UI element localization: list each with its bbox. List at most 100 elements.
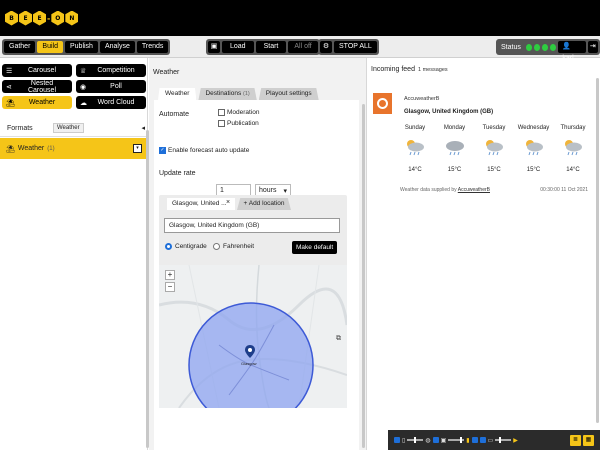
nav-analyse[interactable]: Analyse (99, 41, 135, 53)
rain-cloud-icon (565, 140, 582, 156)
tile-competition[interactable]: ♕ Competition (76, 64, 146, 77)
fahrenheit-radio[interactable]: Fahrenheit (213, 243, 254, 250)
location-input[interactable]: Glasgow, United Kingdom (GB) (164, 218, 340, 233)
nav-gather[interactable]: Gather (4, 41, 36, 53)
top-bar: B E E - O N (0, 0, 600, 36)
list-icon: ☰ (6, 67, 13, 75)
user-icon: 👤 (562, 43, 572, 50)
filter-checkbox-1[interactable] (394, 437, 400, 443)
tile-weather[interactable]: ⛱ Weather (2, 96, 72, 109)
tile-nested-carousel[interactable]: ⋖ Nested Carousel (2, 80, 72, 94)
tab-weather[interactable]: Weather (158, 88, 197, 100)
nav-bar: Gather Build Publish Analyse Trends ▣ Lo… (0, 36, 600, 62)
document-icon: ▯ (402, 437, 406, 444)
logout-icon[interactable]: ⇥ (587, 41, 599, 53)
gear-icon[interactable]: ⚙ (320, 41, 332, 53)
all-off-button[interactable]: All off (288, 41, 318, 53)
forecast-day: Monday 15°C (443, 125, 466, 173)
logo-hex-e: E (19, 10, 32, 26)
filter-checkbox-4[interactable] (479, 437, 486, 443)
stop-all-button[interactable]: STOP ALL (334, 41, 377, 53)
sun-icon (373, 93, 392, 114)
location-map[interactable]: Glasgow + − ⧉ (159, 265, 347, 408)
rain-cloud-icon (525, 140, 543, 156)
feed-title: Incoming feed (371, 66, 415, 73)
tile-carousel[interactable]: ☰ Carousel (2, 64, 72, 77)
cloud-icon: ☁ (80, 99, 87, 107)
format-item-label: Weather (17, 145, 45, 152)
tooltip: Weather (53, 123, 84, 133)
publication-checkbox[interactable]: Publication (218, 120, 259, 127)
message-timestamp: 00:30:00 11 Oct 2021 (540, 187, 588, 193)
zoom-out-button[interactable]: − (165, 282, 175, 292)
logo-hex-b: B (5, 10, 18, 26)
format-item-weather[interactable]: ⛱ Weather (1) ▾ (0, 138, 148, 159)
moderation-checkbox[interactable]: Moderation (218, 109, 260, 116)
tile-word-cloud[interactable]: ☁ Word Cloud (76, 96, 146, 109)
status-dot-4 (550, 43, 557, 51)
add-location-tab[interactable]: + Add location (237, 198, 291, 210)
nav-publish[interactable]: Publish (64, 41, 98, 53)
forecast-checkbox[interactable]: ✓ Enable forecast auto update (159, 147, 249, 154)
filter-checkbox-3[interactable] (471, 437, 478, 443)
incoming-feed-panel: Incoming feed 1 messages AccuweatherB Gla… (366, 58, 600, 450)
status-dot-3 (542, 43, 549, 51)
rain-cloud-icon (407, 140, 424, 156)
slider-2[interactable] (448, 437, 465, 443)
start-button[interactable]: Start (255, 41, 287, 53)
make-default-button[interactable]: Make default (292, 241, 338, 254)
centigrade-radio[interactable]: Centigrade (165, 243, 207, 250)
list-view-icon[interactable]: ≣ (570, 434, 581, 446)
logo[interactable]: B E E - O N (5, 7, 79, 29)
playout-controls: ▣ Load Start All off (206, 39, 320, 55)
filter-checkbox-2[interactable] (432, 437, 439, 443)
left-sidebar: ☰ Carousel ♕ Competition ⋖ Nested Carousel … (0, 58, 149, 450)
nav-build[interactable]: Build (37, 41, 63, 53)
editor-scrollbar[interactable] (362, 104, 365, 448)
video-icon: ▭ (487, 437, 494, 444)
close-tab-icon[interactable]: × (226, 199, 230, 206)
tab-playout-settings[interactable]: Playout settings (258, 88, 319, 100)
logo-hex-o: O (51, 10, 65, 26)
user-menu[interactable]: 👤 karl (558, 41, 586, 62)
editor-panel: Weather Weather Destinations (1) Playout… (149, 58, 366, 450)
source-name: AccuweatherB (404, 96, 440, 102)
editor-tabs: Weather Destinations (1) Playout setting… (158, 88, 319, 100)
load-button[interactable]: Load (222, 41, 254, 53)
feed-controls-bar: ▯ ◍ ▣ ▮ ▭ ▶ ≣ ▦ (388, 430, 600, 450)
expand-icon[interactable]: ▾ (133, 144, 142, 153)
update-rate-label: Update rate (159, 170, 196, 177)
chevron-down-icon: ▾ (283, 188, 287, 195)
feed-count: 1 messages (417, 67, 448, 73)
grid-view-icon[interactable]: ▦ (583, 434, 594, 446)
collapse-arrow-icon[interactable]: ◂ (141, 124, 145, 132)
tab-destinations[interactable]: Destinations (1) (198, 88, 257, 100)
location-tab[interactable]: Glasgow, United ... (167, 198, 235, 210)
slider-3[interactable] (495, 437, 512, 443)
rain-cloud-icon (486, 140, 503, 156)
tile-poll[interactable]: ◉ Poll (76, 80, 146, 93)
forecast-day: Tuesday 15°C (482, 125, 506, 173)
forecast-day: Sunday 14°C (404, 125, 426, 173)
logo-hex-e2: E (33, 10, 46, 26)
automate-label: Automate (159, 111, 189, 118)
main-nav: Gather Build Publish Analyse Trends (2, 39, 171, 55)
feed-header: Incoming feed 1 messages (371, 66, 448, 73)
map-place-label: Glasgow (241, 361, 257, 366)
screen-icon[interactable]: ▣ (208, 41, 220, 53)
credit-link[interactable]: AccuweatherB (458, 187, 490, 193)
forecast-day: Thursday 14°C (560, 125, 586, 173)
map-marker-icon[interactable] (245, 345, 255, 358)
format-tiles: ☰ Carousel ♕ Competition ⋖ Nested Carousel … (2, 64, 146, 109)
location-panel: Glasgow, United ... × + Add location Gla… (159, 195, 347, 408)
feed-scrollbar[interactable] (596, 78, 599, 423)
slider-1[interactable] (407, 437, 424, 443)
trophy-icon: ♕ (80, 67, 87, 75)
formats-header: Formats Weather ◂ (0, 121, 148, 137)
layers-icon[interactable]: ⧉ (336, 335, 341, 343)
data-credit: Weather data supplied by AccuweatherB (400, 187, 490, 193)
zoom-in-button[interactable]: + (165, 270, 175, 280)
status-group: Status 👤 karl ⇥ (496, 39, 600, 62)
feed-message-card[interactable]: AccuweatherB Glasgow, United Kingdom (GB… (371, 91, 592, 199)
nav-trends[interactable]: Trends (136, 41, 169, 53)
